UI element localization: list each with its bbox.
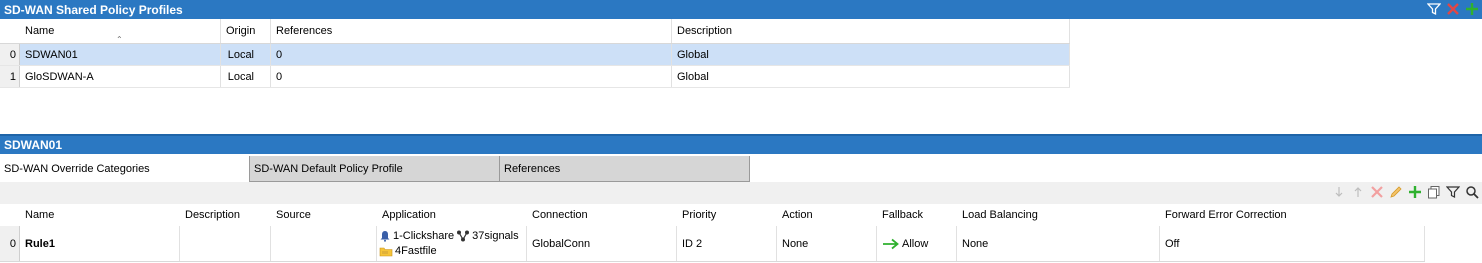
column-header-application[interactable]: Application <box>377 204 527 226</box>
column-header-connection[interactable]: Connection <box>527 204 677 226</box>
panel-title: SD-WAN Shared Policy Profiles <box>4 2 183 17</box>
grid-header: Name Origin References Description <box>0 19 1070 44</box>
table-row[interactable]: 0 Rule1 1-Clickshare 37signals 4Fastfile <box>0 226 1425 262</box>
detail-toolbar <box>1331 184 1480 200</box>
profile-references[interactable]: 0 <box>271 66 672 87</box>
rule-priority[interactable]: ID 2 <box>677 226 777 261</box>
column-header-load-balancing[interactable]: Load Balancing <box>957 204 1160 226</box>
grid-header: Name Description Source Application Conn… <box>0 204 1425 226</box>
profile-name[interactable]: SDWAN01 <box>20 44 221 65</box>
table-row[interactable]: 1 GloSDWAN-A Local 0 Global <box>0 66 1070 88</box>
application-label: 1-Clickshare <box>393 229 455 242</box>
rule-fallback[interactable]: Allow <box>877 226 957 261</box>
column-header-description[interactable]: Description <box>180 204 271 226</box>
sort-caret-icon[interactable]: ⌃ <box>116 35 123 44</box>
tab-override-categories[interactable]: SD-WAN Override Categories <box>0 156 250 182</box>
row-index: 0 <box>0 44 20 65</box>
toolbar-strip <box>0 182 1482 204</box>
application-item: 1-Clickshare <box>379 229 454 244</box>
folder-icon <box>379 247 393 257</box>
column-header-action[interactable]: Action <box>777 204 877 226</box>
column-header-fallback[interactable]: Fallback <box>877 204 957 226</box>
detail-titlebar: SDWAN01 <box>0 134 1482 154</box>
copy-icon[interactable] <box>1426 184 1442 200</box>
arrow-right-icon <box>883 238 899 249</box>
application-item: 37signals <box>456 229 519 244</box>
application-label: 37signals <box>472 229 519 242</box>
profile-origin[interactable]: Local <box>221 44 271 65</box>
row-header-corner <box>0 19 20 43</box>
add-icon[interactable] <box>1464 1 1480 17</box>
rule-connection[interactable]: GlobalConn <box>527 226 677 261</box>
tab-default-policy-profile[interactable]: SD-WAN Default Policy Profile <box>250 156 500 182</box>
filter-icon[interactable] <box>1426 1 1442 17</box>
shared-policy-profiles-titlebar: SD-WAN Shared Policy Profiles <box>0 0 1482 19</box>
profile-origin[interactable]: Local <box>221 66 271 87</box>
row-header-corner <box>0 204 20 226</box>
filter-icon[interactable] <box>1445 184 1461 200</box>
column-header-fec[interactable]: Forward Error Correction <box>1160 204 1425 226</box>
profile-description[interactable]: Global <box>672 44 1070 65</box>
row-index: 0 <box>0 226 20 261</box>
network-icon <box>457 230 470 242</box>
rule-description[interactable] <box>180 226 271 261</box>
move-up-icon[interactable] <box>1350 184 1366 200</box>
add-icon[interactable] <box>1407 184 1423 200</box>
profile-description[interactable]: Global <box>672 66 1070 87</box>
rule-application[interactable]: 1-Clickshare 37signals 4Fastfile <box>377 226 527 261</box>
column-header-description[interactable]: Description <box>672 19 1070 43</box>
move-down-icon[interactable] <box>1331 184 1347 200</box>
row-index: 1 <box>0 66 20 87</box>
tab-references[interactable]: References <box>500 156 750 182</box>
column-header-source[interactable]: Source <box>271 204 377 226</box>
override-categories-grid: Name Description Source Application Conn… <box>0 204 1425 262</box>
rule-action[interactable]: None <box>777 226 877 261</box>
edit-icon[interactable] <box>1388 184 1404 200</box>
column-header-name[interactable]: Name <box>20 204 180 226</box>
detail-tabs: SD-WAN Override Categories SD-WAN Defaul… <box>0 156 750 182</box>
detail-title: SDWAN01 <box>4 138 63 152</box>
rule-fec[interactable]: Off <box>1160 226 1425 261</box>
column-header-priority[interactable]: Priority <box>677 204 777 226</box>
column-header-origin[interactable]: Origin <box>221 19 271 43</box>
bell-icon <box>380 231 390 242</box>
application-item: 4Fastfile <box>379 244 437 259</box>
rule-name[interactable]: Rule1 <box>20 226 180 261</box>
fallback-label: Allow <box>902 237 929 250</box>
rule-load-balancing[interactable]: None <box>957 226 1160 261</box>
rule-source[interactable] <box>271 226 377 261</box>
delete-icon[interactable] <box>1369 184 1385 200</box>
application-label: 4Fastfile <box>395 244 437 257</box>
profile-references[interactable]: 0 <box>271 44 672 65</box>
search-icon[interactable] <box>1464 184 1480 200</box>
column-header-references[interactable]: References <box>271 19 672 43</box>
delete-icon[interactable] <box>1445 1 1461 17</box>
table-row[interactable]: 0 SDWAN01 Local 0 Global <box>0 44 1070 66</box>
shared-profiles-grid: ⌃ Name Origin References Description 0 S… <box>0 19 1070 88</box>
profile-name[interactable]: GloSDWAN-A <box>20 66 221 87</box>
